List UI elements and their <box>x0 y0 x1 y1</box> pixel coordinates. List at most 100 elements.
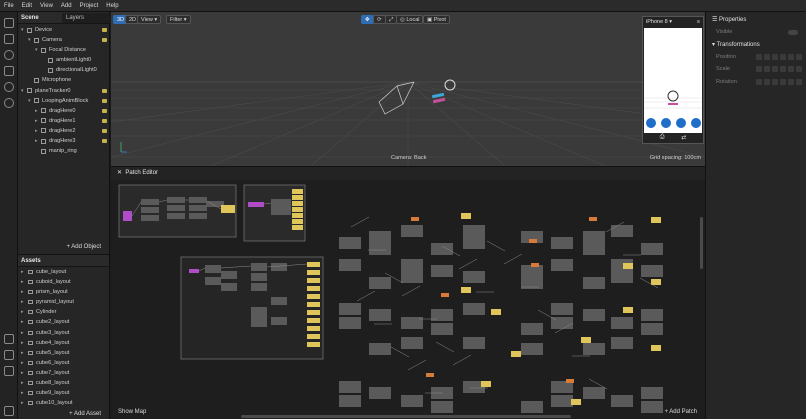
asset-item[interactable]: ▸ cube2_layout <box>18 317 110 327</box>
expand-arrow-icon[interactable]: ▾ <box>21 86 24 96</box>
patch-node[interactable] <box>511 351 521 357</box>
expand-arrow-icon[interactable]: ▸ <box>21 328 24 338</box>
scene-item[interactable]: ▸ dragHere2 <box>18 126 110 136</box>
patch-node[interactable] <box>401 395 423 407</box>
help-icon[interactable] <box>4 406 14 416</box>
patch-node[interactable] <box>623 307 633 313</box>
patch-node[interactable] <box>529 239 537 243</box>
patch-node[interactable] <box>641 309 663 321</box>
menu-icon[interactable]: ≡ <box>697 19 700 25</box>
patch-node[interactable] <box>141 215 159 221</box>
patch-link-icon[interactable] <box>102 38 107 43</box>
patch-node[interactable] <box>583 309 605 321</box>
patch-node[interactable] <box>292 213 303 218</box>
patch-node[interactable] <box>339 259 361 271</box>
patch-node[interactable] <box>411 217 419 221</box>
patch-node[interactable] <box>167 197 185 203</box>
close-icon[interactable]: ✕ <box>117 170 122 176</box>
patch-node[interactable] <box>651 217 661 223</box>
patch-node[interactable] <box>566 379 574 383</box>
asset-item[interactable]: ▸ pyramid_layout <box>18 297 110 307</box>
patch-node[interactable] <box>369 309 391 321</box>
add-asset-button[interactable]: + Add Asset <box>69 411 101 417</box>
local-button[interactable]: ◎ Local <box>396 15 424 24</box>
patch-node[interactable] <box>651 345 661 351</box>
layers-icon[interactable] <box>4 34 14 44</box>
expand-arrow-icon[interactable]: ▸ <box>21 348 24 358</box>
transform-value-field[interactable] <box>764 53 770 60</box>
flip-camera-icon[interactable]: ⇄ <box>681 134 686 141</box>
send-icon[interactable] <box>4 350 14 360</box>
patch-node[interactable] <box>167 205 185 211</box>
patch-node[interactable] <box>307 326 320 331</box>
patch-node[interactable] <box>611 225 633 237</box>
patch-node[interactable] <box>339 303 361 315</box>
expand-arrow-icon[interactable]: ▸ <box>21 297 24 307</box>
menu-item[interactable]: Help <box>106 3 118 9</box>
asset-item[interactable]: ▸ cube5_layout <box>18 348 110 358</box>
add-object-button[interactable]: + Add Object <box>66 244 101 250</box>
patch-node[interactable] <box>369 277 391 289</box>
patch-node[interactable] <box>292 189 303 194</box>
capture-icon[interactable]: ⎙ <box>660 134 665 141</box>
patch-node[interactable] <box>292 207 303 212</box>
patch-node[interactable] <box>651 279 661 285</box>
patch-node[interactable] <box>141 199 159 205</box>
patch-node[interactable] <box>141 207 159 213</box>
patch-node[interactable] <box>583 277 605 289</box>
patch-link-icon[interactable] <box>102 108 107 113</box>
patch-node[interactable] <box>251 307 267 327</box>
patch-node[interactable] <box>583 231 605 243</box>
transform-value-field[interactable] <box>772 78 778 85</box>
expand-arrow-icon[interactable]: ▸ <box>21 307 24 317</box>
patch-node[interactable] <box>463 271 485 283</box>
patch-node[interactable] <box>551 303 573 315</box>
expand-arrow-icon[interactable]: ▸ <box>21 317 24 327</box>
pivot-button[interactable]: ▣ Pivot <box>423 15 450 24</box>
patch-node[interactable] <box>221 271 237 279</box>
asset-item[interactable]: ▸ cube4_layout <box>18 338 110 348</box>
patch-node[interactable] <box>641 323 663 335</box>
asset-item[interactable]: ▸ cube7_layout <box>18 368 110 378</box>
patch-node[interactable] <box>221 283 237 291</box>
transform-value-field[interactable] <box>788 78 794 85</box>
patch-node[interactable] <box>481 381 491 387</box>
view-dropdown[interactable]: View ▾ <box>137 15 162 24</box>
patch-node[interactable] <box>189 197 207 203</box>
patch-node[interactable] <box>641 265 663 277</box>
patch-node[interactable] <box>307 278 320 283</box>
patch-node[interactable] <box>401 259 423 271</box>
patch-node[interactable] <box>339 317 361 329</box>
patch-node[interactable] <box>571 399 581 405</box>
transform-value-field[interactable] <box>756 78 762 85</box>
patch-node[interactable] <box>426 373 434 377</box>
patch-node[interactable] <box>623 263 633 269</box>
scene-item[interactable]: ▾ Device <box>18 25 110 35</box>
transform-value-field[interactable] <box>788 53 794 60</box>
patch-node[interactable] <box>521 343 543 355</box>
asset-item[interactable]: ▸ cube3_layout <box>18 328 110 338</box>
patch-node[interactable] <box>401 225 423 237</box>
patch-node[interactable] <box>307 286 320 291</box>
patch-node[interactable] <box>521 401 543 413</box>
patch-node[interactable] <box>431 401 453 413</box>
patch-node[interactable] <box>641 401 663 413</box>
patch-scrollbar-vertical[interactable] <box>700 217 703 269</box>
patch-link-icon[interactable] <box>102 118 107 123</box>
patch-node[interactable] <box>221 205 235 213</box>
patch-scrollbar-horizontal[interactable] <box>241 415 571 418</box>
patch-link-icon[interactable] <box>102 139 107 144</box>
patch-node[interactable] <box>589 217 597 221</box>
expand-arrow-icon[interactable]: ▸ <box>35 136 38 146</box>
patch-node[interactable] <box>307 310 320 315</box>
patch-node[interactable] <box>611 317 633 329</box>
patch-node[interactable] <box>292 195 303 200</box>
patch-graph[interactable] <box>111 167 705 419</box>
patch-node[interactable] <box>611 337 633 349</box>
device-preview[interactable]: iPhone 8 ▾ ≡ ⎙ ⇄ <box>642 16 704 144</box>
patch-node[interactable] <box>307 262 320 267</box>
device-selector[interactable]: iPhone 8 ▾ <box>646 19 672 25</box>
asset-item[interactable]: ▸ cube10_layout <box>18 398 110 408</box>
scene-item[interactable]: manip_ring <box>18 146 110 156</box>
patch-node[interactable] <box>369 343 391 355</box>
